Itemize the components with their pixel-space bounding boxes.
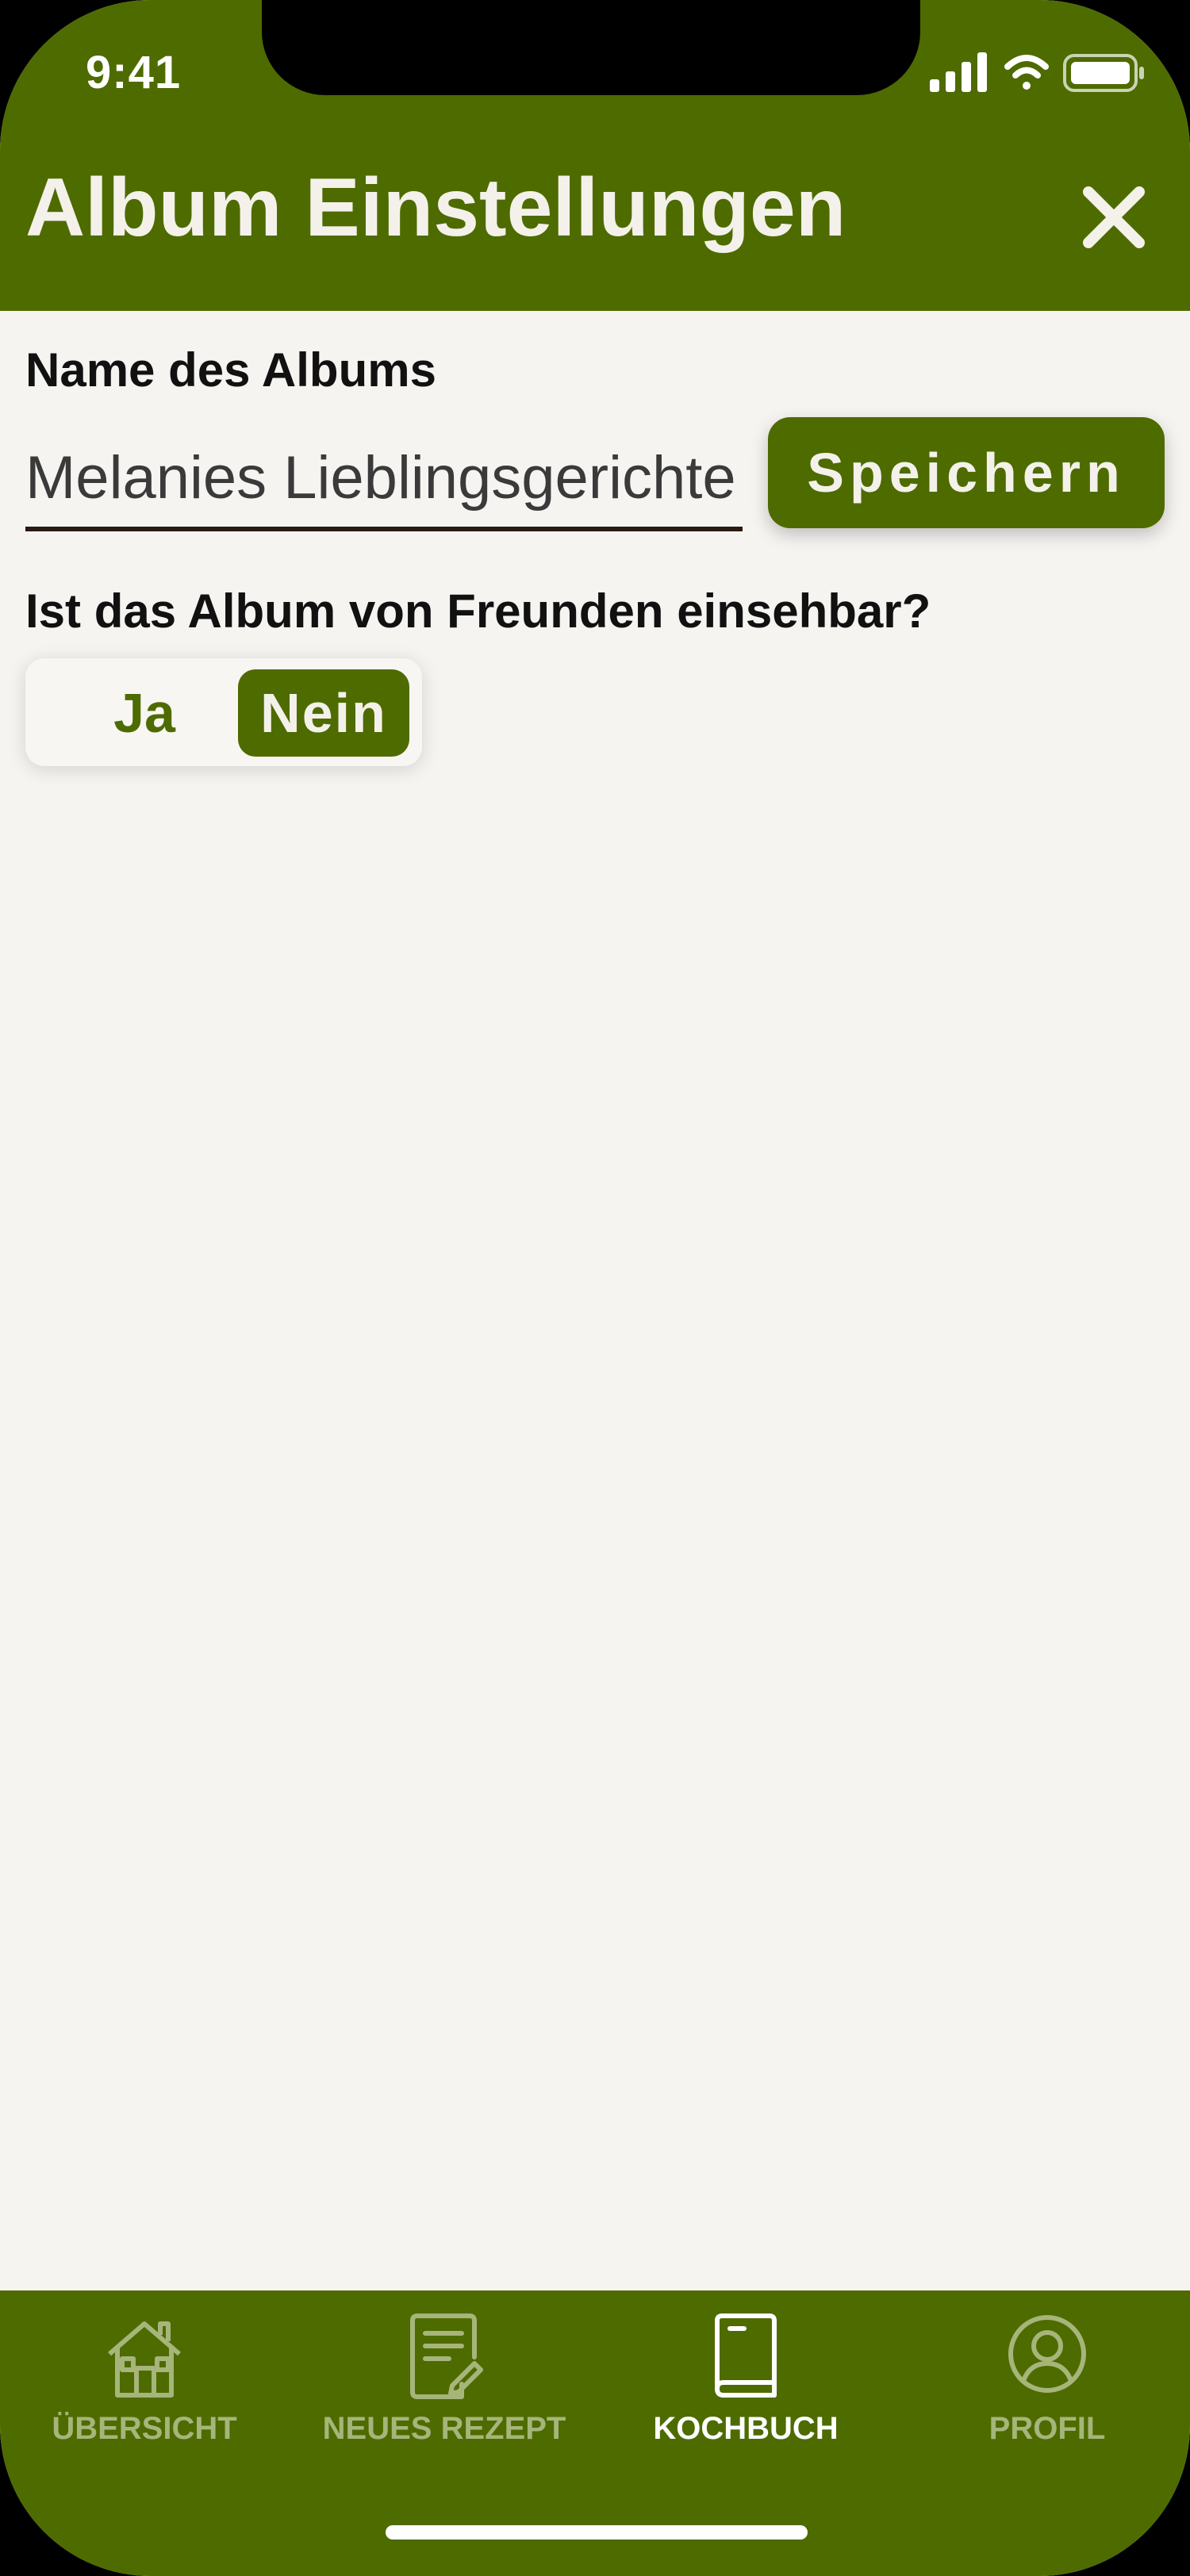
album-name-label: Name des Albums [25, 343, 436, 397]
app-header: 9:41 Album Einstellungen [0, 0, 1190, 311]
home-indicator [386, 2525, 808, 2540]
cellular-signal-icon [930, 52, 987, 92]
nav-item-profil[interactable]: PROFIL [896, 2313, 1190, 2463]
recipe-note-icon [410, 2313, 483, 2399]
toggle-option-yes[interactable]: Ja [36, 669, 252, 757]
status-time: 9:41 [86, 47, 182, 98]
nav-item-uebersicht[interactable]: ÜBERSICHT [0, 2313, 295, 2463]
nav-item-kochbuch[interactable]: KOCHBUCH [595, 2313, 896, 2463]
device-notch [262, 0, 920, 95]
visibility-question: Ist das Album von Freunden einsehbar? [25, 585, 931, 638]
nav-label-profil: PROFIL [988, 2411, 1106, 2446]
wifi-icon [1004, 55, 1049, 90]
house-icon [108, 2321, 181, 2398]
visibility-toggle: Ja Nein [25, 658, 422, 766]
close-button[interactable] [1073, 176, 1155, 259]
battery-icon [1063, 54, 1144, 92]
phone-screen: 9:41 Album Einstellungen Name des Albums… [0, 0, 1190, 2576]
album-name-input[interactable] [25, 428, 743, 527]
nav-label-kochbuch: KOCHBUCH [653, 2411, 839, 2446]
save-button[interactable]: Speichern [768, 417, 1165, 528]
album-name-field [25, 428, 743, 531]
profile-icon [1008, 2315, 1086, 2393]
close-icon [1083, 186, 1145, 248]
nav-label-neues-rezept: NEUES REZEPT [322, 2411, 566, 2446]
status-icons [930, 52, 1144, 92]
book-icon [715, 2313, 777, 2398]
page-title: Album Einstellungen [25, 162, 846, 254]
toggle-option-no[interactable]: Nein [238, 669, 409, 757]
nav-label-uebersicht: ÜBERSICHT [52, 2411, 237, 2446]
nav-item-neues-rezept[interactable]: NEUES REZEPT [294, 2313, 595, 2463]
